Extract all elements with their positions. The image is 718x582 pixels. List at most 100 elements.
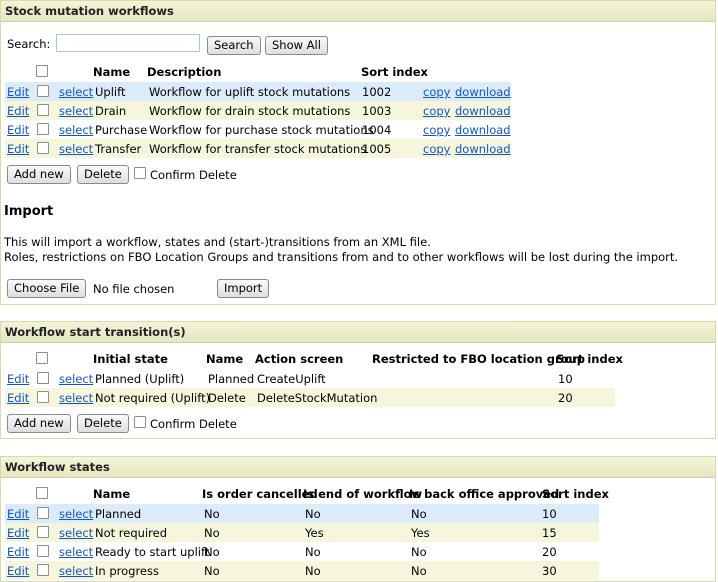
select-link[interactable]: select — [59, 142, 93, 156]
edit-link[interactable]: Edit — [7, 85, 29, 99]
add-new-button[interactable]: Add new — [7, 414, 71, 433]
state-cancelled: No — [204, 526, 220, 540]
delete-button[interactable]: Delete — [77, 414, 129, 433]
row-checkbox[interactable] — [37, 507, 49, 519]
confirm-delete-checkbox[interactable] — [134, 167, 146, 179]
row-checkbox[interactable] — [37, 85, 49, 97]
add-new-button[interactable]: Add new — [7, 165, 71, 184]
select-link[interactable]: select — [59, 123, 93, 137]
select-link[interactable]: select — [59, 85, 93, 99]
show-all-button[interactable]: Show All — [265, 36, 328, 55]
col-header-description: Description — [147, 65, 222, 79]
edit-link[interactable]: Edit — [7, 526, 29, 540]
state-back-office: Yes — [411, 526, 430, 540]
edit-link[interactable]: Edit — [7, 123, 29, 137]
download-link[interactable]: download — [455, 104, 511, 118]
row-checkbox[interactable] — [37, 123, 49, 135]
file-status: No file chosen — [93, 282, 175, 296]
state-cancelled: No — [204, 545, 220, 559]
search-label: Search: — [7, 37, 51, 51]
row-checkbox[interactable] — [37, 545, 49, 557]
confirm-delete-label: Confirm Delete — [150, 417, 237, 431]
confirm-delete-label: Confirm Delete — [150, 168, 237, 182]
search-button[interactable]: Search — [207, 36, 261, 55]
row-checkbox[interactable] — [37, 104, 49, 116]
state-end: No — [305, 564, 321, 578]
col-header-initial-state: Initial state — [93, 352, 168, 366]
col-header-back-office: Is back office approved — [409, 487, 560, 501]
select-link[interactable]: select — [59, 526, 93, 540]
state-name: Not required — [95, 526, 167, 540]
row-checkbox[interactable] — [37, 391, 49, 403]
edit-link[interactable]: Edit — [7, 391, 29, 405]
edit-link[interactable]: Edit — [7, 545, 29, 559]
col-header-sort-index: Sort index — [361, 65, 428, 79]
workflow-sort-index: 1004 — [362, 123, 392, 137]
download-link[interactable]: download — [455, 85, 511, 99]
initial-state: Not required (Uplift) — [95, 391, 211, 405]
transition-name: Delete — [208, 391, 246, 405]
row-checkbox[interactable] — [37, 564, 49, 576]
workflow-description: Workflow for uplift stock mutations — [149, 85, 351, 99]
state-back-office: No — [411, 507, 427, 521]
transition-sort-index: 10 — [558, 372, 573, 386]
workflow-sort-index: 1003 — [362, 104, 392, 118]
search-input[interactable] — [56, 34, 200, 52]
state-back-office: No — [411, 564, 427, 578]
workflow-states-panel: Workflow states Name Is order cancelled … — [0, 456, 716, 582]
workflow-sort-index: 1005 — [362, 142, 392, 156]
select-link[interactable]: select — [59, 391, 93, 405]
col-header-sort-index: Sort index — [542, 487, 609, 501]
stock-panel-header: Stock mutation workflows — [1, 1, 715, 22]
choose-file-button[interactable]: Choose File — [7, 279, 87, 298]
select-link[interactable]: select — [59, 564, 93, 578]
start-transitions-panel: Workflow start transition(s) Initial sta… — [0, 321, 716, 439]
col-header-sort-index: Sort index — [556, 352, 623, 366]
row-checkbox[interactable] — [37, 526, 49, 538]
state-name: In progress — [95, 564, 159, 578]
select-link[interactable]: select — [59, 507, 93, 521]
col-header-end: Is end of workflow — [303, 487, 423, 501]
download-link[interactable]: download — [455, 142, 511, 156]
state-name: Planned — [95, 507, 142, 521]
col-header-restricted: Restricted to FBO location group — [372, 352, 585, 366]
state-sort-index: 30 — [542, 564, 557, 578]
row-checkbox[interactable] — [37, 142, 49, 154]
copy-link[interactable]: copy — [423, 104, 450, 118]
edit-link[interactable]: Edit — [7, 104, 29, 118]
select-link[interactable]: select — [59, 372, 93, 386]
select-all-checkbox[interactable] — [36, 352, 48, 364]
select-all-checkbox[interactable] — [36, 487, 48, 499]
workflow-sort-index: 1002 — [362, 85, 392, 99]
copy-link[interactable]: copy — [423, 123, 450, 137]
state-end: No — [305, 507, 321, 521]
col-header-name: Name — [206, 352, 244, 366]
delete-button[interactable]: Delete — [77, 165, 129, 184]
edit-link[interactable]: Edit — [7, 564, 29, 578]
col-header-name: Name — [93, 487, 131, 501]
state-sort-index: 15 — [542, 526, 557, 540]
edit-link[interactable]: Edit — [7, 372, 29, 386]
states-panel-header: Workflow states — [1, 457, 715, 478]
copy-link[interactable]: copy — [423, 85, 450, 99]
import-description-line2: Roles, restrictions on FBO Location Grou… — [4, 250, 679, 264]
action-screen: CreateUplift — [257, 372, 326, 386]
row-checkbox[interactable] — [37, 372, 49, 384]
copy-link[interactable]: copy — [423, 142, 450, 156]
confirm-delete-checkbox[interactable] — [134, 416, 146, 428]
import-title: Import — [4, 204, 54, 219]
import-button[interactable]: Import — [217, 279, 270, 298]
select-all-checkbox[interactable] — [36, 65, 48, 77]
select-link[interactable]: select — [59, 104, 93, 118]
import-description-line1: This will import a workflow, states and … — [4, 235, 431, 249]
state-sort-index: 10 — [542, 507, 557, 521]
transition-sort-index: 20 — [558, 391, 573, 405]
col-header-name: Name — [93, 65, 131, 79]
edit-link[interactable]: Edit — [7, 142, 29, 156]
action-screen: DeleteStockMutation — [257, 391, 378, 405]
edit-link[interactable]: Edit — [7, 507, 29, 521]
state-name: Ready to start uplift — [95, 545, 210, 559]
select-link[interactable]: select — [59, 545, 93, 559]
col-header-action-screen: Action screen — [255, 352, 344, 366]
download-link[interactable]: download — [455, 123, 511, 137]
